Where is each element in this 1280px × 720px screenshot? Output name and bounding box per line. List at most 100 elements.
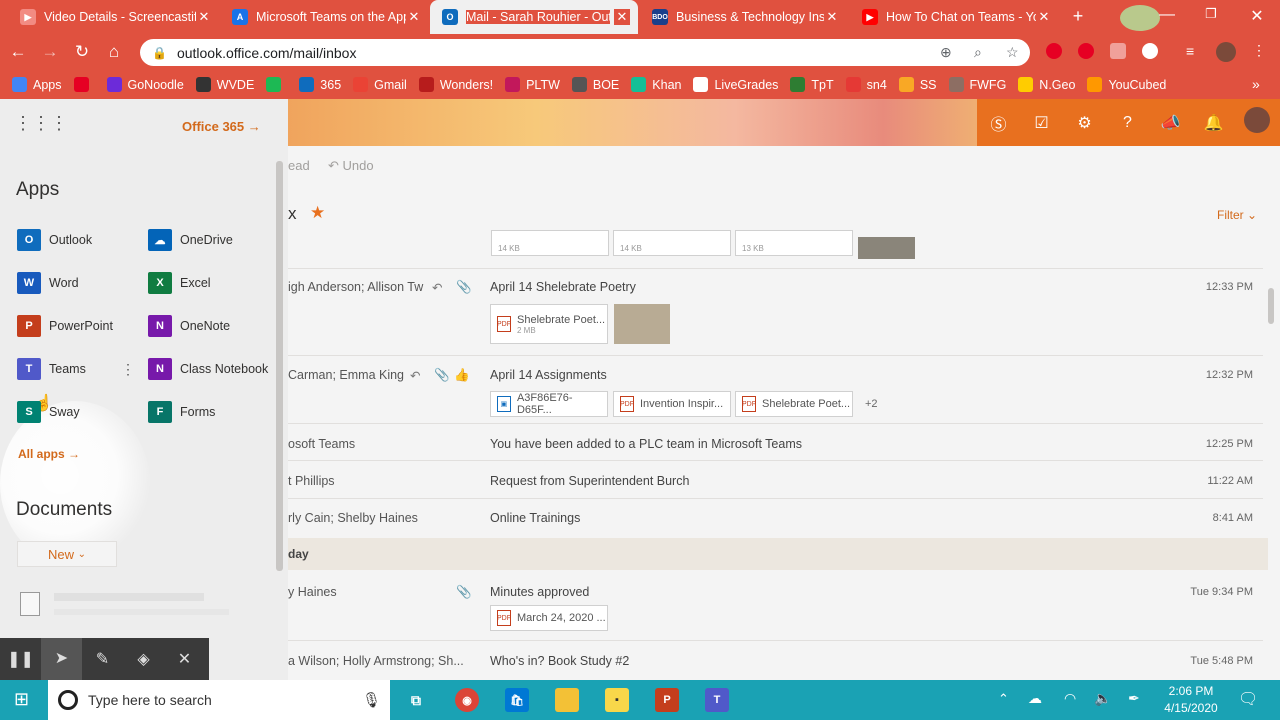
app-tile-sway[interactable]: S Sway [17, 401, 80, 423]
attachment-card[interactable]: PDF Shelebrate Poet... 2 MB [490, 304, 608, 344]
close-icon[interactable]: ✕ [614, 9, 630, 25]
facebook-icon[interactable] [1110, 43, 1126, 59]
bookmark-item[interactable]: LiveGrades [693, 77, 778, 92]
bookmark-item[interactable]: Gmail [353, 77, 407, 92]
bookmark-item[interactable]: N.Geo [1018, 77, 1075, 92]
taskbar-search-box[interactable]: Type here to search 🎙 [48, 680, 390, 720]
pen-workspace-icon[interactable]: ✒ [1128, 690, 1140, 707]
reload-icon[interactable]: ↻ [68, 42, 96, 62]
bookmark-item[interactable]: YouCubed [1087, 77, 1166, 92]
bookmark-item[interactable]: BOE [571, 77, 619, 92]
powerpoint-icon[interactable]: P [655, 688, 679, 712]
attachment-card[interactable]: PDF Shelebrate Poet... [735, 391, 853, 417]
home-icon[interactable]: ⌂ [100, 42, 128, 62]
close-icon[interactable]: ✕ [824, 9, 840, 25]
more-options-icon[interactable]: ⋮ [121, 361, 135, 378]
attachment-card[interactable]: PDF March 24, 2020 ... [490, 605, 608, 631]
message-row[interactable]: rly Cain; Shelby Haines Online Trainings… [288, 511, 1268, 531]
filter-button[interactable]: Filter ⌄ [1217, 208, 1257, 222]
close-icon[interactable]: ✕ [1036, 9, 1052, 25]
microphone-icon[interactable]: 🎙 [362, 691, 381, 709]
star-icon[interactable]: ☆ [1006, 44, 1019, 61]
pen-icon[interactable]: ✎ [82, 649, 123, 669]
pause-icon[interactable]: ❚❚ [0, 649, 41, 669]
tasks-icon[interactable]: ☑ [1020, 113, 1063, 133]
skype-icon[interactable]: Ⓢ [977, 111, 1020, 135]
pointer-icon[interactable]: ➤ [41, 638, 82, 680]
tab-teams-appstore[interactable]: A Microsoft Teams on the App Store ✕ [220, 0, 430, 34]
sticky-notes-icon[interactable]: ▪ [605, 688, 629, 712]
onedrive-icon[interactable]: ☁ [1028, 690, 1042, 707]
zoom-icon[interactable]: ⌕ [974, 44, 982, 61]
favorite-star-icon[interactable]: ★ [310, 203, 325, 223]
tab-youtube[interactable]: ▶ How To Chat on Teams - YouTube ✕ [850, 0, 1060, 34]
wifi-icon[interactable]: ◠ [1064, 690, 1076, 707]
avatar[interactable] [1235, 107, 1278, 138]
office365-link[interactable]: Office 365 → [182, 119, 261, 134]
attachment-card[interactable]: PDF Invention Inspir... [613, 391, 731, 417]
forward-icon[interactable]: → [36, 42, 64, 62]
task-view-icon[interactable]: ⧉ [404, 688, 428, 712]
clock[interactable]: 2:06 PM 4/15/2020 [1160, 683, 1222, 717]
message-row[interactable]: igh Anderson; Allison Tw ↶ 📎 April 14 Sh… [288, 280, 1268, 360]
pinterest-icon[interactable] [1078, 43, 1094, 59]
back-icon[interactable]: ← [4, 42, 32, 62]
attachment-card[interactable]: 14 KB [491, 230, 609, 256]
bookmark-item[interactable] [266, 77, 287, 92]
eraser-icon[interactable]: ◈ [123, 649, 164, 669]
image-thumbnail[interactable] [858, 237, 915, 259]
windows-start-icon[interactable]: ⊞ [14, 689, 29, 710]
bell-icon[interactable]: 🔔 [1192, 113, 1235, 133]
gear-icon[interactable]: ⚙ [1063, 113, 1106, 133]
mark-read-button[interactable]: ead [288, 158, 310, 173]
record-icon[interactable] [1142, 43, 1158, 59]
add-icon[interactable]: ⊕ [940, 44, 952, 61]
notifications-icon[interactable]: 🗨 [1238, 689, 1258, 709]
attachment-card[interactable]: ▣ A3F86E76-D65F... [490, 391, 608, 417]
like-icon[interactable]: 👍 [454, 368, 470, 383]
app-tile-teams[interactable]: T Teams [17, 358, 86, 380]
app-tile-excel[interactable]: X Excel [148, 272, 211, 294]
scrollbar-thumb[interactable] [276, 161, 283, 571]
bookmark-item[interactable]: sn4 [845, 77, 887, 92]
waffle-icon[interactable]: ⋮⋮⋮ [14, 113, 68, 134]
app-tile-onenote[interactable]: N OneNote [148, 315, 230, 337]
file-explorer-icon[interactable] [555, 688, 579, 712]
bookmark-item[interactable]: TpT [790, 77, 834, 92]
bookmark-item[interactable]: GoNoodle [106, 77, 184, 92]
scrollbar-thumb[interactable] [1268, 288, 1274, 324]
tab-bdo[interactable]: BDO Business & Technology Insights ✕ [640, 0, 848, 34]
store-icon[interactable]: 🛍 [505, 688, 529, 712]
menu-icon[interactable]: ⋮ [1252, 42, 1266, 59]
message-row[interactable]: a Wilson; Holly Armstrong; Sh... Who's i… [288, 654, 1268, 674]
all-apps-link[interactable]: All apps → [18, 447, 80, 461]
megaphone-icon[interactable]: 📣 [1149, 113, 1192, 133]
message-row[interactable]: y Haines 📎 Minutes approved Tue 9:34 PM … [288, 585, 1268, 645]
attachment-card[interactable]: 14 KB [613, 230, 731, 256]
volume-icon[interactable]: 🔈 [1094, 690, 1111, 707]
app-tile-word[interactable]: W Word [17, 272, 79, 294]
minimize-button[interactable]: — [1152, 6, 1182, 24]
tab-outlook-mail[interactable]: O Mail - Sarah Rouhier - Outlook ✕ [430, 0, 638, 34]
bookmark-item[interactable]: SS [898, 77, 937, 92]
image-thumbnail[interactable] [614, 304, 670, 344]
address-bar[interactable]: 🔒 outlook.office.com/mail/inbox ⊕ ⌕ ☆ [140, 39, 1030, 66]
more-bookmarks-icon[interactable]: » [1252, 76, 1260, 92]
bookmark-item[interactable]: 365 [299, 77, 341, 92]
chevron-up-icon[interactable]: ⌃ [998, 691, 1009, 707]
app-tile-powerpoint[interactable]: P PowerPoint [17, 315, 113, 337]
teams-icon[interactable]: T [705, 688, 729, 712]
bookmark-item[interactable]: PLTW [505, 77, 560, 92]
bookmark-item[interactable]: FWFG [948, 77, 1006, 92]
tab-video-details[interactable]: ▶ Video Details - Screencastify ✕ [8, 0, 220, 34]
close-icon[interactable]: ✕ [406, 9, 422, 25]
close-icon[interactable]: ✕ [164, 649, 205, 669]
app-tile-class-notebook[interactable]: N Class Notebook [148, 358, 268, 380]
undo-button[interactable]: ↶ Undo [328, 158, 374, 174]
help-icon[interactable]: ? [1106, 114, 1149, 132]
close-icon[interactable]: ✕ [196, 9, 212, 25]
extension-icon[interactable] [1046, 43, 1062, 59]
app-tile-outlook[interactable]: O Outlook [17, 229, 92, 251]
window-close-button[interactable]: ✕ [1242, 6, 1272, 26]
bookmark-item[interactable]: Wonders! [418, 77, 493, 92]
